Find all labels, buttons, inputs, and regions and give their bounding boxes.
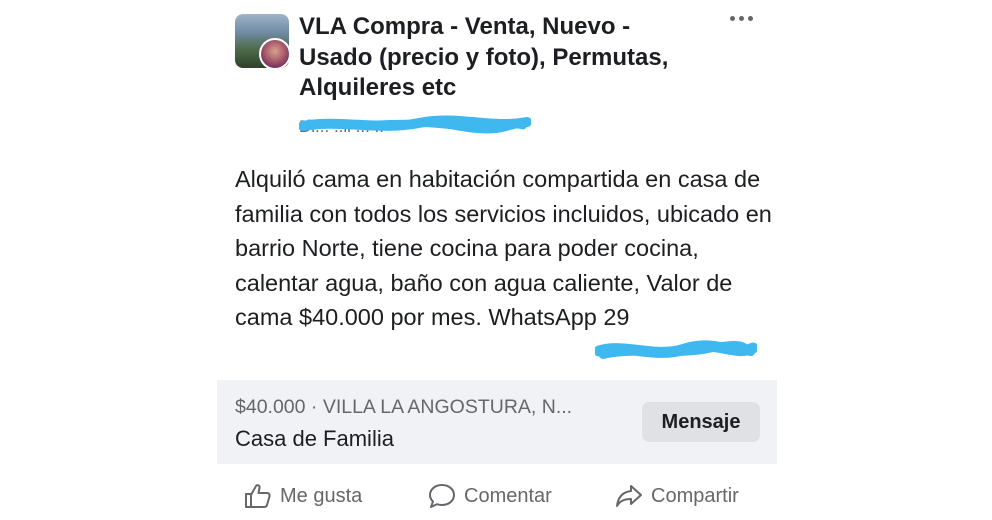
like-label: Me gusta [280, 484, 363, 507]
marketplace-post: VLA Compra - Venta, Nuevo - Usado (preci… [217, 0, 777, 520]
user-avatar[interactable] [259, 38, 291, 70]
redaction-scribble [299, 115, 531, 134]
phone-redaction-scribble [595, 340, 757, 359]
like-icon [245, 484, 271, 508]
share-label: Compartir [651, 484, 739, 507]
listing-price-location: $40.000 · VILLA LA ANGOSTURA, N... [235, 396, 573, 418]
more-options-icon[interactable] [723, 4, 759, 32]
post-body: Alquiló cama en habitación compartida en… [235, 166, 772, 330]
listing-card[interactable]: $40.000 · VILLA LA ANGOSTURA, N... Casa … [217, 380, 777, 464]
comment-icon [429, 484, 455, 508]
message-button[interactable]: Mensaje [642, 402, 760, 442]
group-name[interactable]: VLA Compra - Venta, Nuevo - Usado (preci… [299, 12, 689, 104]
action-bar: Me gusta Comentar Compartir [217, 476, 777, 516]
author-line: Di... ..ll ... .. [299, 113, 531, 135]
like-button[interactable]: Me gusta [244, 476, 362, 516]
share-button[interactable]: Compartir [615, 476, 739, 516]
comment-button[interactable]: Comentar [428, 476, 552, 516]
listing-title: Casa de Familia [235, 426, 394, 451]
comment-label: Comentar [464, 484, 552, 507]
share-icon [616, 485, 642, 507]
group-avatar[interactable] [235, 14, 291, 70]
